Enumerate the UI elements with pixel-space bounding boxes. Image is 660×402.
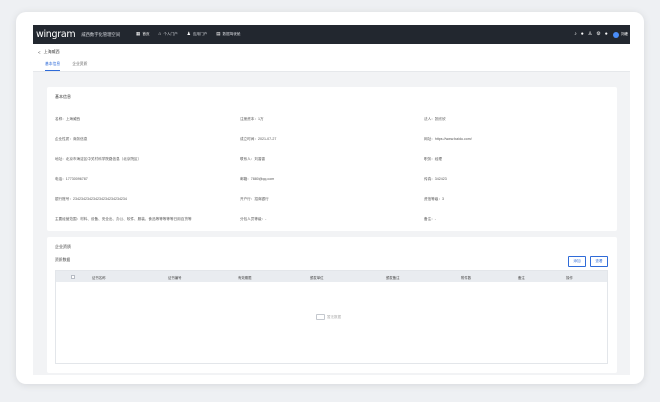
field-address: 地址：北京市海淀区中关村科学院路信息（北京院区）: [55, 157, 142, 161]
dashboard-icon: ▤: [216, 31, 221, 37]
column-header[interactable]: 附件数: [461, 275, 471, 280]
field-name: 名称：上海威西: [55, 117, 81, 121]
nav-item-home[interactable]: ▦ 首页: [136, 32, 150, 37]
help-icon[interactable]: ●: [605, 32, 608, 37]
user-icon: ♟: [186, 31, 191, 37]
top-nav: ▦ 首页 ⌂ 个人门户 ♟ 应用门户 ▤ 数据驾驶舱: [136, 32, 250, 37]
table-header: 证书名称 证书编号 有效期限 颁发单位 颁发备注 附件数 备注 操作: [56, 271, 607, 282]
chat-icon[interactable]: ●: [581, 32, 584, 37]
column-header[interactable]: 备注: [518, 275, 525, 280]
page-title: 上海威西: [43, 49, 60, 54]
column-header[interactable]: 证书名称: [92, 275, 106, 280]
field-capital: 注册资本：1万: [240, 117, 264, 121]
section-title: 企业资质: [55, 244, 71, 249]
subsection-title: 资质数据: [55, 258, 71, 262]
section-title: 基本信息: [55, 94, 71, 99]
nav-item-label: 应用门户: [192, 32, 208, 36]
nav-item-label: 个人门户: [163, 32, 178, 36]
nav-item-personal-portal[interactable]: ⌂ 个人门户: [159, 32, 178, 37]
field-credit-level: 资信等级：3: [424, 197, 444, 201]
column-header[interactable]: 有效期限: [238, 275, 252, 280]
app-window: wingram 威西数字化管理空间 ▦ 首页 ⌂ 个人门户 ♟ 应用门户 ▤ 数…: [33, 25, 630, 375]
column-header[interactable]: 证书编号: [168, 275, 182, 280]
select-all-checkbox[interactable]: [71, 274, 75, 279]
field-phone: 电话：17730096787: [55, 177, 88, 181]
field-legal-person: 法人：张欣欣: [424, 117, 446, 121]
column-header[interactable]: 颁发备注: [386, 275, 400, 280]
tab-bar: 基本信息 企业资质: [45, 62, 99, 71]
view-button[interactable]: 查看: [590, 256, 608, 267]
nav-item-app-portal[interactable]: ♟ 应用门户: [187, 32, 208, 37]
person-icon[interactable]: ♙: [588, 32, 592, 37]
field-email: 邮箱：7880@qq.com: [240, 177, 275, 181]
field-remarks: 备注：-: [424, 217, 436, 221]
avatar[interactable]: [612, 31, 619, 38]
field-website: 网址：https://www.baidu.com/: [424, 137, 472, 141]
field-bank: 开户行：招商银行: [240, 197, 269, 201]
nav-item-label: 数据驾驶舱: [222, 32, 241, 36]
gear-icon[interactable]: ⚙: [596, 32, 600, 37]
qualification-table: 证书名称 证书编号 有效期限 颁发单位 颁发备注 附件数 备注 操作 暂无数据: [55, 270, 608, 364]
empty-text: 暂无数据: [327, 314, 341, 319]
basic-info-card: 基本信息 名称：上海威西 注册资本：1万 法人：张欣欣 企业性质：商务信息 成立…: [47, 87, 617, 231]
back-icon[interactable]: <: [38, 50, 41, 55]
nav-item-label: 首页: [142, 32, 150, 36]
user-name[interactable]: 刘峰: [621, 32, 628, 37]
field-company-type: 企业性质：商务信息: [55, 137, 88, 141]
empty-state: 暂无数据: [316, 314, 341, 320]
system-name: 威西数字化管理空间: [81, 31, 121, 37]
field-business-scope: 主要经营范围：材料、设备、安全出、办公、软件、服装、食品等等等等等日用百货等: [55, 217, 192, 221]
field-founded: 成立时间：2021-07-27: [240, 137, 277, 141]
field-contact: 联系人：刘香香: [240, 157, 266, 161]
add-button[interactable]: 添加: [568, 256, 586, 267]
column-header[interactable]: 颁发单位: [310, 275, 324, 280]
nav-item-data-cockpit[interactable]: ▤ 数据驾驶舱: [216, 32, 240, 37]
empty-box-icon: [316, 314, 325, 320]
tab-qualification[interactable]: 企业资质: [72, 62, 87, 71]
field-subcontract-level: 分包人员等级：-: [240, 217, 267, 221]
breadcrumb: < 上海威西: [38, 49, 60, 55]
column-header[interactable]: 操作: [566, 275, 573, 280]
sub-header: < 上海威西 基本信息 企业资质: [33, 44, 630, 72]
header-tools: ♪ ● ♙ ⚙ ● 刘峰: [570, 25, 628, 44]
brand-logo[interactable]: wingram: [36, 30, 76, 40]
qualification-card: 企业资质 资质数据 添加 查看 证书名称 证书编号 有效期限 颁发单位 颁发备注…: [47, 237, 617, 373]
field-fax: 传真：342423: [424, 177, 447, 181]
home-icon: ⌂: [158, 31, 162, 37]
field-bank-account: 银行账号：234234234234234234234234234: [55, 197, 127, 201]
field-position: 职务：经理: [424, 157, 442, 161]
bell-icon[interactable]: ♪: [574, 32, 577, 37]
top-header: wingram 威西数字化管理空间 ▦ 首页 ⌂ 个人门户 ♟ 应用门户 ▤ 数…: [33, 25, 630, 44]
grid-icon: ▦: [136, 31, 141, 37]
tab-basic-info[interactable]: 基本信息: [45, 62, 61, 71]
